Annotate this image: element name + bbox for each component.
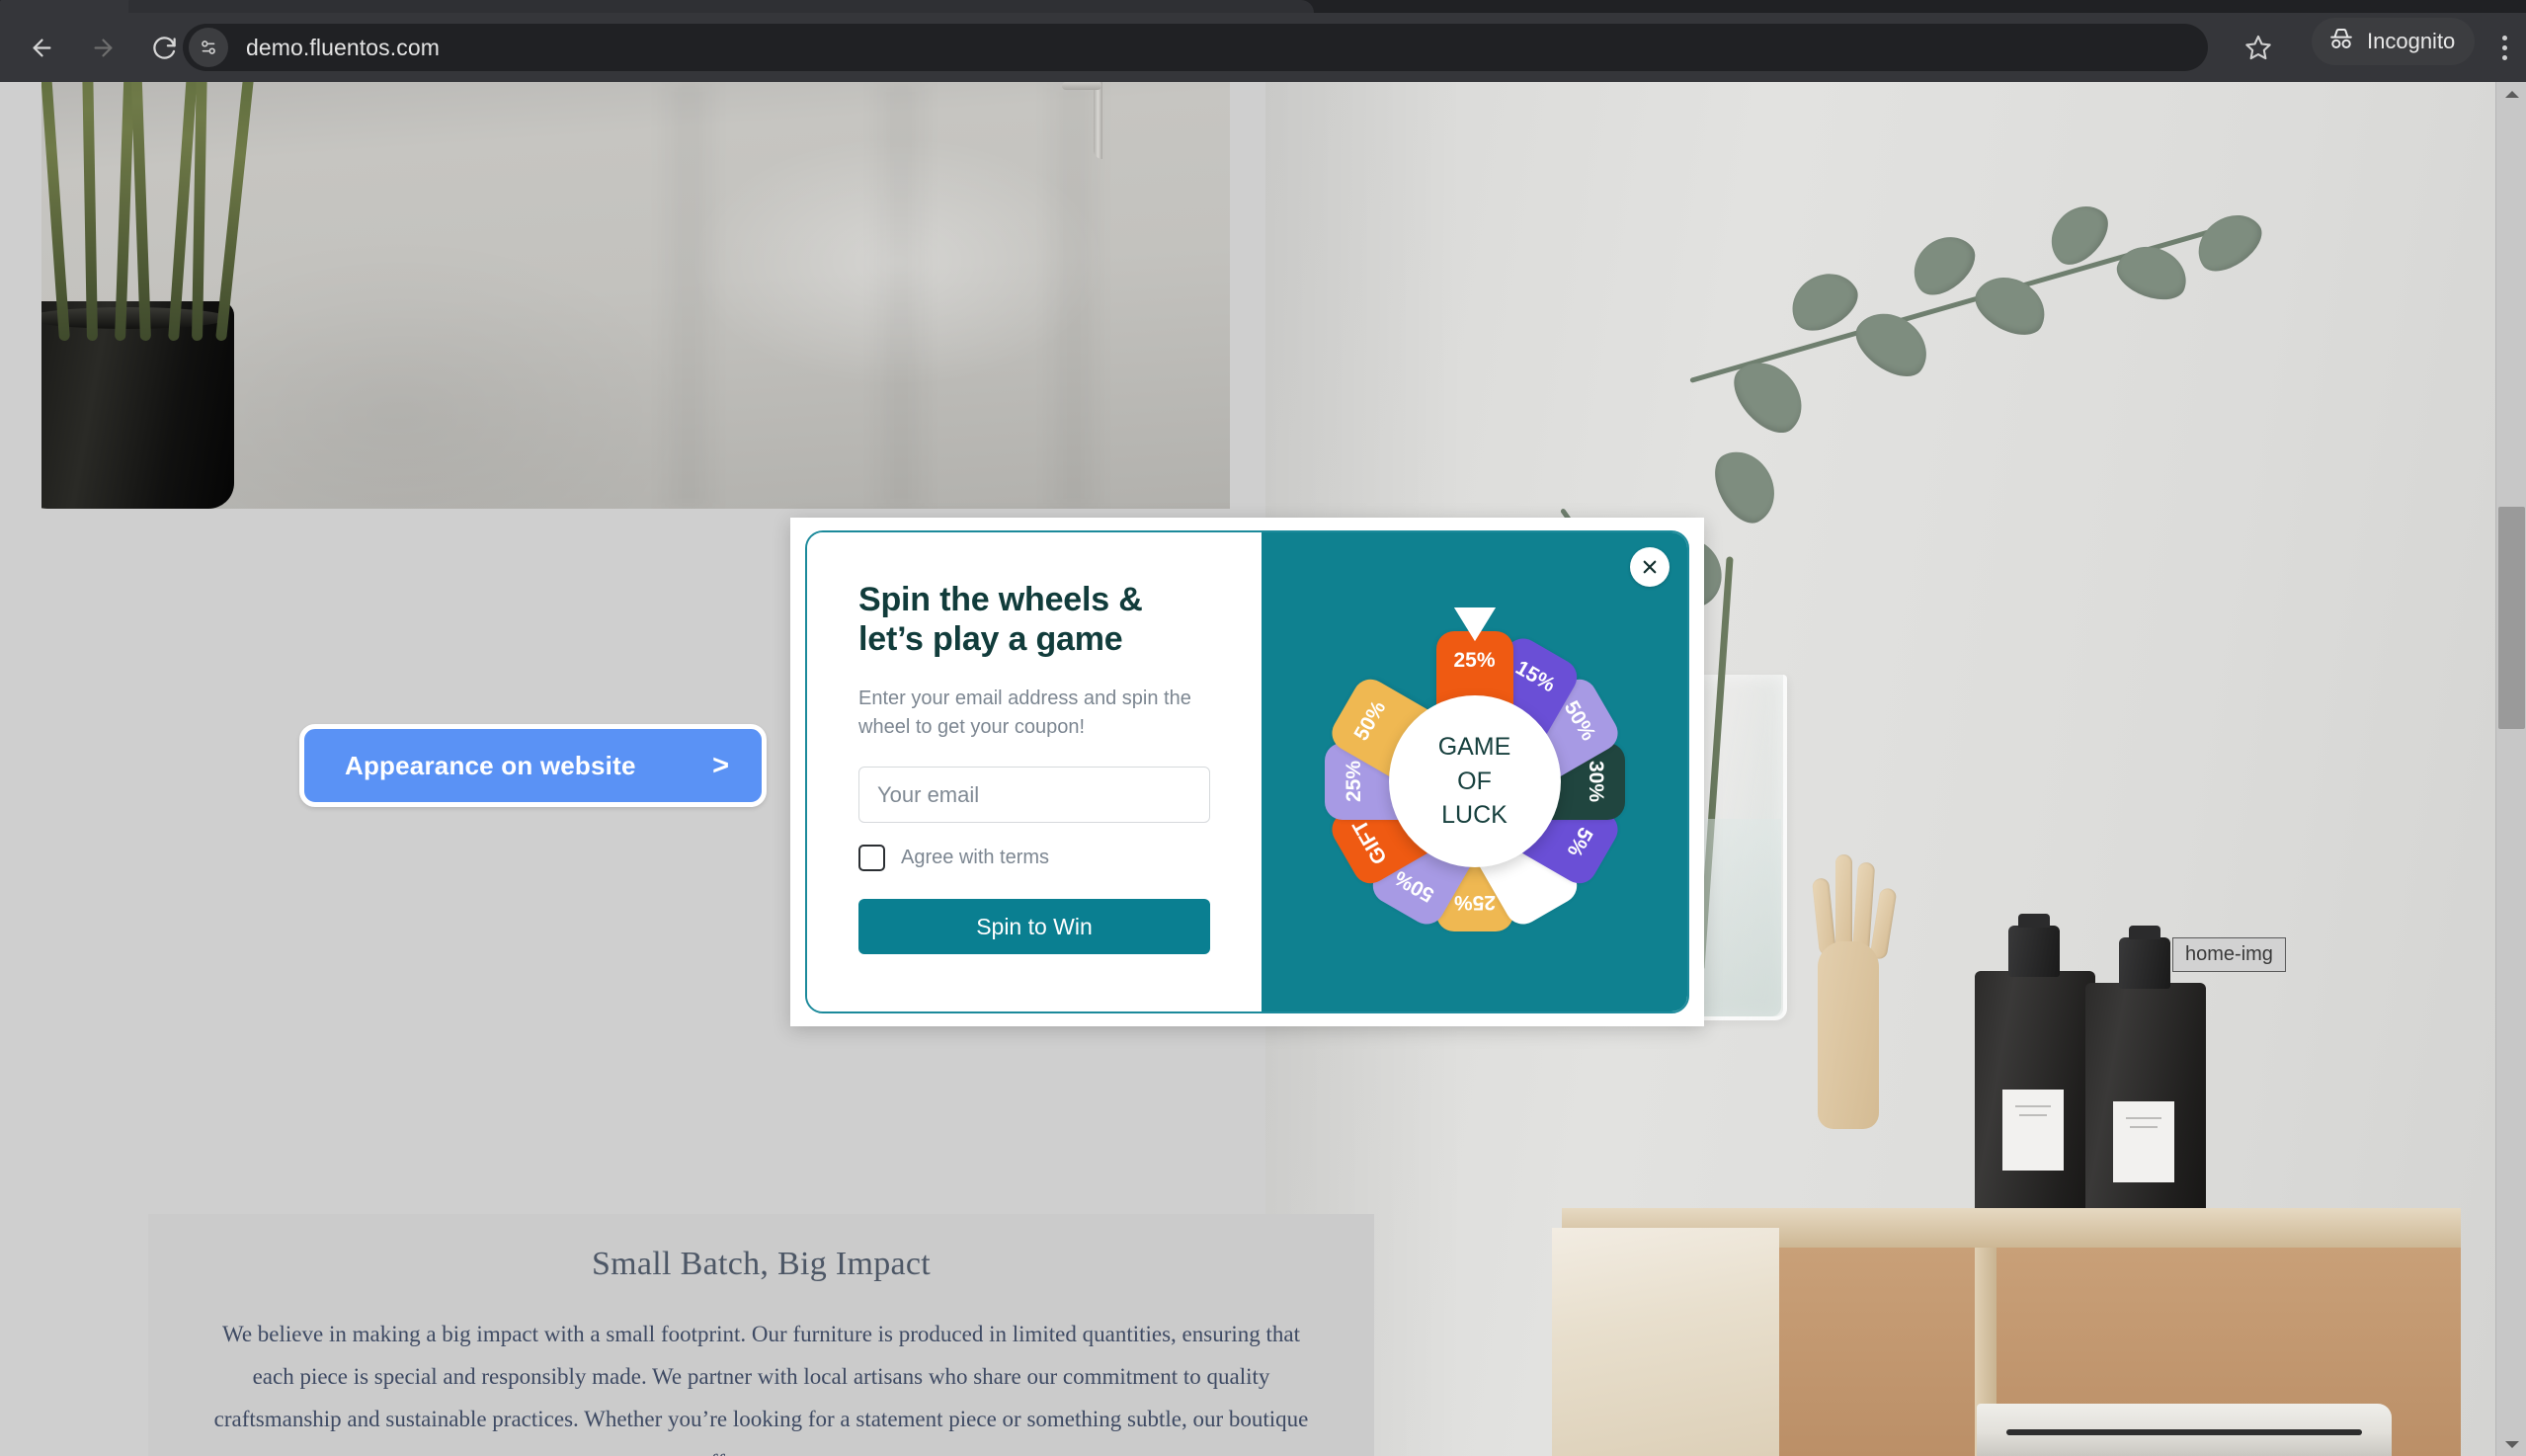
wheel-segment-label: 30% bbox=[1584, 761, 1607, 803]
wheel-segment-label: 25% bbox=[1453, 649, 1496, 673]
wheel-segment-label: 50% bbox=[1390, 865, 1438, 907]
incognito-indicator[interactable]: Incognito bbox=[2312, 18, 2476, 65]
scrollbar-thumb[interactable] bbox=[2498, 507, 2525, 729]
browser-chrome: demo.fluentos.com Incognito bbox=[0, 0, 2526, 82]
menu-dot bbox=[2501, 54, 2507, 60]
agree-terms-label: Agree with terms bbox=[901, 847, 1050, 868]
close-icon[interactable] bbox=[1630, 547, 1670, 587]
terms-row: Agree with terms bbox=[858, 845, 1210, 871]
hero-floor-image bbox=[41, 82, 1230, 509]
appearance-button-label: Appearance on website bbox=[345, 750, 636, 780]
wheel-segment-label: 5% bbox=[1562, 823, 1597, 861]
spin-wheel-popup: Spin the wheels & let’s play a game Ente… bbox=[790, 518, 1704, 1026]
content-section: Small Batch, Big Impact We believe in ma… bbox=[148, 1214, 1374, 1456]
email-input[interactable] bbox=[858, 767, 1210, 823]
incognito-icon bbox=[2327, 25, 2355, 58]
wheel-segment-label: GIFT bbox=[1347, 815, 1392, 868]
page-viewport: home-img Appearance on website > Spin th… bbox=[0, 82, 2526, 1456]
section-body: We believe in making a big impact with a… bbox=[213, 1322, 1309, 1456]
menu-dot bbox=[2501, 44, 2507, 50]
wooden-hand-figure bbox=[1804, 833, 1898, 1129]
back-button[interactable] bbox=[14, 20, 69, 75]
site-info-icon[interactable] bbox=[189, 28, 228, 67]
wheel-hub-line-1: OF bbox=[1457, 767, 1492, 795]
wheel-segment-label: 25% bbox=[1453, 891, 1496, 915]
wheel-hub-line-0: GAME bbox=[1437, 733, 1511, 762]
browser-tab-active[interactable] bbox=[128, 0, 1314, 13]
product-bottle bbox=[2085, 926, 2206, 1240]
chevron-right-icon: > bbox=[712, 749, 729, 781]
wheel-segment-label: 50% bbox=[1559, 696, 1600, 745]
popup-card: Spin the wheels & let’s play a game Ente… bbox=[805, 530, 1689, 1013]
plant-pot bbox=[41, 301, 234, 509]
prize-wheel[interactable]: 25% 15% 50% 30% 5% 25% 50% GIFT 25% 50% GAME OF LUC… bbox=[1324, 607, 1625, 932]
popup-title: Spin the wheels & let’s play a game bbox=[858, 581, 1143, 659]
home-img-label: home-img bbox=[2172, 937, 2286, 972]
address-bar[interactable]: demo.fluentos.com bbox=[183, 24, 2208, 71]
menu-dot bbox=[2501, 35, 2507, 40]
wheel-hub-line-2: LUCK bbox=[1441, 801, 1507, 830]
spin-to-win-button[interactable]: Spin to Win bbox=[858, 899, 1210, 954]
wheel-hub: GAME OF LUCK bbox=[1388, 695, 1561, 868]
url-text: demo.fluentos.com bbox=[246, 34, 441, 60]
wheel-pointer-icon bbox=[1453, 607, 1496, 642]
section-title: Small Batch, Big Impact bbox=[591, 1246, 932, 1282]
product-bottle bbox=[1975, 914, 2095, 1228]
wheel-segment-label: 25% bbox=[1342, 761, 1365, 803]
wooden-shelf bbox=[1552, 1208, 2461, 1456]
forward-button[interactable] bbox=[75, 20, 130, 75]
incognito-label: Incognito bbox=[2367, 29, 2456, 53]
agree-terms-checkbox[interactable] bbox=[858, 845, 885, 871]
popup-subtitle: Enter your email address and spin the wh… bbox=[858, 688, 1191, 738]
wheel-segment-label: 15% bbox=[1510, 656, 1559, 697]
wheel-segment-label: 50% bbox=[1348, 696, 1390, 745]
scroll-up-icon[interactable] bbox=[2496, 82, 2526, 106]
appearance-on-website-button[interactable]: Appearance on website > bbox=[299, 724, 767, 807]
scroll-down-icon[interactable] bbox=[2496, 1432, 2526, 1456]
bookmark-star-icon[interactable] bbox=[2235, 24, 2282, 71]
popup-form-panel: Spin the wheels & let’s play a game Ente… bbox=[807, 532, 1262, 1011]
tab-strip bbox=[0, 0, 2526, 13]
popup-wheel-panel: 25% 15% 50% 30% 5% 25% 50% GIFT 25% 50% GAME OF LUC… bbox=[1262, 532, 1687, 1011]
browser-menu-icon[interactable] bbox=[2485, 24, 2524, 71]
table-leg bbox=[1062, 82, 1102, 159]
page-scrollbar[interactable] bbox=[2495, 82, 2526, 1456]
